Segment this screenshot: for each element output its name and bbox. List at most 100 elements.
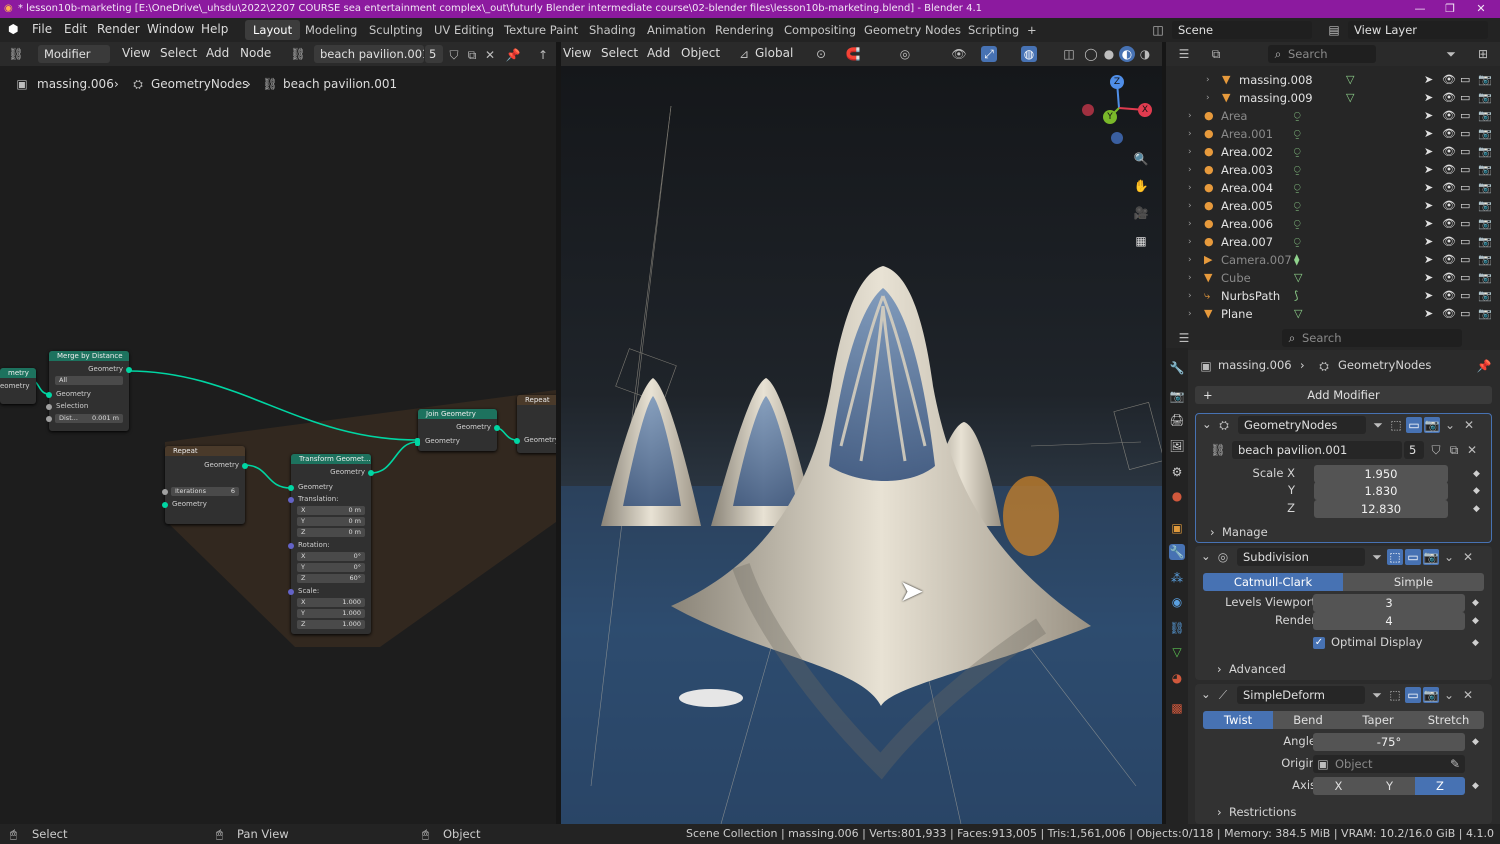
outliner-item-name[interactable]: Plane (1221, 305, 1253, 323)
outliner-row[interactable]: › ● Area ⍜ ➤ 👁 ▭ 📷 (1166, 107, 1500, 125)
filter-icon[interactable]: ⏷ (1443, 46, 1459, 62)
material-tab-icon[interactable]: ◕ (1169, 670, 1185, 686)
render-camera-icon[interactable]: 📷 (1478, 215, 1492, 233)
output-socket[interactable] (494, 425, 500, 431)
blender-menu-icon[interactable]: ⬢ (8, 22, 18, 36)
light-data-icon[interactable]: ⍜ (1294, 233, 1301, 251)
eye-icon[interactable]: 👁 (1442, 287, 1456, 305)
outliner-item-name[interactable]: Cube (1221, 269, 1251, 287)
output-socket[interactable] (126, 367, 132, 373)
eye-icon[interactable]: 👁 (1442, 71, 1456, 89)
outliner-row[interactable]: › ● Area.006 ⍜ ➤ 👁 ▭ 📷 (1166, 215, 1500, 233)
render-levels-field[interactable]: 4 (1313, 612, 1465, 630)
render-camera-icon[interactable]: 📷 (1478, 143, 1492, 161)
translation-x-field[interactable]: X 0 m (297, 506, 365, 515)
selectable-arrow-icon[interactable]: ➤ (1424, 125, 1433, 143)
tab-sculpting[interactable]: Sculpting (361, 20, 431, 40)
remove-modifier-icon[interactable]: ✕ (1460, 549, 1476, 565)
axis-z-button[interactable]: Z (1415, 777, 1465, 795)
input-socket[interactable] (288, 485, 294, 491)
viewport-display-icon[interactable]: ▭ (1460, 197, 1470, 215)
outliner-row[interactable]: › ● Area.005 ⍜ ➤ 👁 ▭ 📷 (1166, 197, 1500, 215)
catmull-clark-button[interactable]: Catmull-Clark (1203, 573, 1343, 591)
tool-tab-icon[interactable]: 🔧 (1169, 360, 1185, 376)
texture-tab-icon[interactable]: ▩ (1169, 700, 1185, 716)
menu-edit[interactable]: Edit (64, 22, 87, 36)
selectable-arrow-icon[interactable]: ➤ (1424, 269, 1433, 287)
tab-modeling[interactable]: Modeling (297, 20, 365, 40)
snap-icon[interactable]: 🧲 (845, 46, 861, 62)
remove-modifier-icon[interactable]: ✕ (1460, 687, 1476, 703)
viewport-display-icon[interactable]: ▭ (1460, 71, 1470, 89)
menu-window[interactable]: Window (147, 22, 194, 36)
outliner-item-name[interactable]: massing.008 (1239, 71, 1313, 89)
expand-chevron-icon[interactable]: › (1188, 305, 1192, 323)
distance-field[interactable]: Dist... 0.001 m (55, 414, 123, 423)
outliner-item-name[interactable]: Area.002 (1221, 143, 1273, 161)
remove-modifier-icon[interactable]: ✕ (1461, 417, 1477, 433)
render-camera-icon[interactable]: 📷 (1478, 233, 1492, 251)
viewport-display-icon[interactable]: ▭ (1460, 179, 1470, 197)
dropdown-chevron-icon[interactable]: ⌄ (1442, 417, 1458, 433)
render-icon[interactable]: 📷 (1424, 417, 1440, 433)
viewport-menu-select[interactable]: Select (601, 46, 638, 60)
overlay-toggle-icon[interactable]: ◍ (1021, 46, 1037, 62)
unlink-icon[interactable]: ✕ (1464, 442, 1480, 458)
view-layer-selector[interactable]: View Layer (1348, 21, 1488, 39)
object-tab-icon[interactable]: ▣ (1169, 520, 1185, 536)
tab-scripting[interactable]: Scripting (960, 20, 1027, 40)
add-workspace-button[interactable]: + (1019, 20, 1045, 40)
input-socket[interactable] (162, 489, 168, 495)
outliner-item-name[interactable]: Area.004 (1221, 179, 1273, 197)
outliner-item-name[interactable]: massing.009 (1239, 89, 1313, 107)
expand-chevron-icon[interactable]: › (1188, 215, 1192, 233)
keyframe-dot-icon[interactable]: ◆ (1472, 781, 1479, 791)
light-data-icon[interactable]: ⍜ (1294, 179, 1301, 197)
modifier-tab-icon[interactable]: 🔧 (1169, 544, 1185, 560)
advanced-subpanel[interactable]: Advanced (1229, 662, 1286, 676)
iterations-field[interactable]: Iterations 6 (171, 487, 239, 496)
pin-icon[interactable]: 📌 (1476, 358, 1492, 374)
outliner-row[interactable]: › ● Area.002 ⍜ ➤ 👁 ▭ 📷 (1166, 143, 1500, 161)
merge-mode-dropdown[interactable]: All (55, 376, 123, 385)
add-modifier-button[interactable]: + Add Modifier (1195, 386, 1492, 404)
material-shading-icon[interactable]: ◐ (1119, 46, 1135, 62)
eye-icon[interactable]: 👁 (1442, 161, 1456, 179)
selectable-arrow-icon[interactable]: ➤ (1424, 161, 1433, 179)
rotation-y-field[interactable]: Y 0° (297, 563, 365, 572)
gizmo-toggle-icon[interactable]: ⤢ (981, 46, 997, 62)
pivot-icon[interactable]: ⊙ (813, 46, 829, 62)
minimize-button[interactable]: — (1405, 0, 1435, 18)
scene-tab-icon[interactable]: ⚙ (1169, 464, 1185, 480)
zoom-icon[interactable]: 🔍 (1133, 151, 1149, 167)
tab-uv-editing[interactable]: UV Editing (426, 20, 502, 40)
bend-button[interactable]: Bend (1273, 711, 1343, 729)
navigation-gizmo[interactable]: Z X Y (1081, 74, 1152, 144)
mesh-data-icon[interactable]: ▽ (1294, 269, 1302, 287)
render-camera-icon[interactable]: 📷 (1478, 269, 1492, 287)
eye-icon[interactable]: 👁 (1442, 179, 1456, 197)
output-tab-icon[interactable]: 🖨 (1169, 412, 1185, 428)
outliner-row[interactable]: › ▼ Cube ▽ ➤ 👁 ▭ 📷 (1166, 269, 1500, 287)
xray-icon[interactable]: ◫ (1061, 46, 1077, 62)
on-cage-icon[interactable]: ⬚ (1388, 417, 1404, 433)
light-data-icon[interactable]: ⍜ (1294, 143, 1301, 161)
realtime-icon[interactable]: ▭ (1406, 417, 1422, 433)
viewport-display-icon[interactable]: ▭ (1460, 269, 1470, 287)
outliner-row[interactable]: › ▶ Camera.007 ⧫ ➤ 👁 ▭ 📷 (1166, 251, 1500, 269)
mesh-data-icon[interactable]: ▽ (1346, 89, 1354, 107)
node-merge-by-distance[interactable]: Merge by Distance Geometry All Geometry … (46, 351, 132, 431)
expand-chevron-icon[interactable]: › (1188, 269, 1192, 287)
duplicate-icon[interactable]: ⧉ (1446, 442, 1462, 458)
edit-mode-icon[interactable]: ⏷ (1369, 549, 1385, 565)
render-camera-icon[interactable]: 📷 (1478, 71, 1492, 89)
expand-chevron-icon[interactable]: › (1188, 179, 1192, 197)
keyframe-dot-icon[interactable]: ◆ (1473, 504, 1480, 514)
light-data-icon[interactable]: ⍜ (1294, 107, 1301, 125)
constraints-tab-icon[interactable]: ⛓ (1169, 620, 1185, 636)
tab-texture-paint[interactable]: Texture Paint (496, 20, 586, 40)
input-socket[interactable] (288, 589, 294, 595)
render-camera-icon[interactable]: 📷 (1478, 161, 1492, 179)
viewport-display-icon[interactable]: ▭ (1460, 89, 1470, 107)
light-data-icon[interactable]: ⍜ (1294, 197, 1301, 215)
